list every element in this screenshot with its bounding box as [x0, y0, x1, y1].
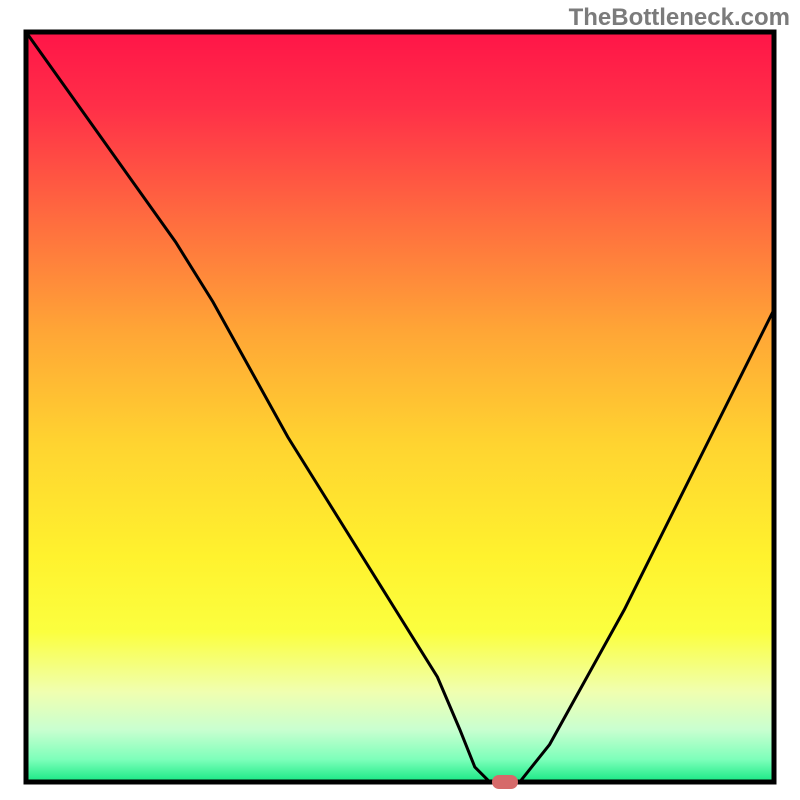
bottleneck-chart [0, 0, 800, 800]
chart-container: TheBottleneck.com [0, 0, 800, 800]
watermark-text: TheBottleneck.com [569, 4, 790, 32]
plot-background [26, 32, 774, 782]
optimal-point-marker [492, 775, 518, 789]
